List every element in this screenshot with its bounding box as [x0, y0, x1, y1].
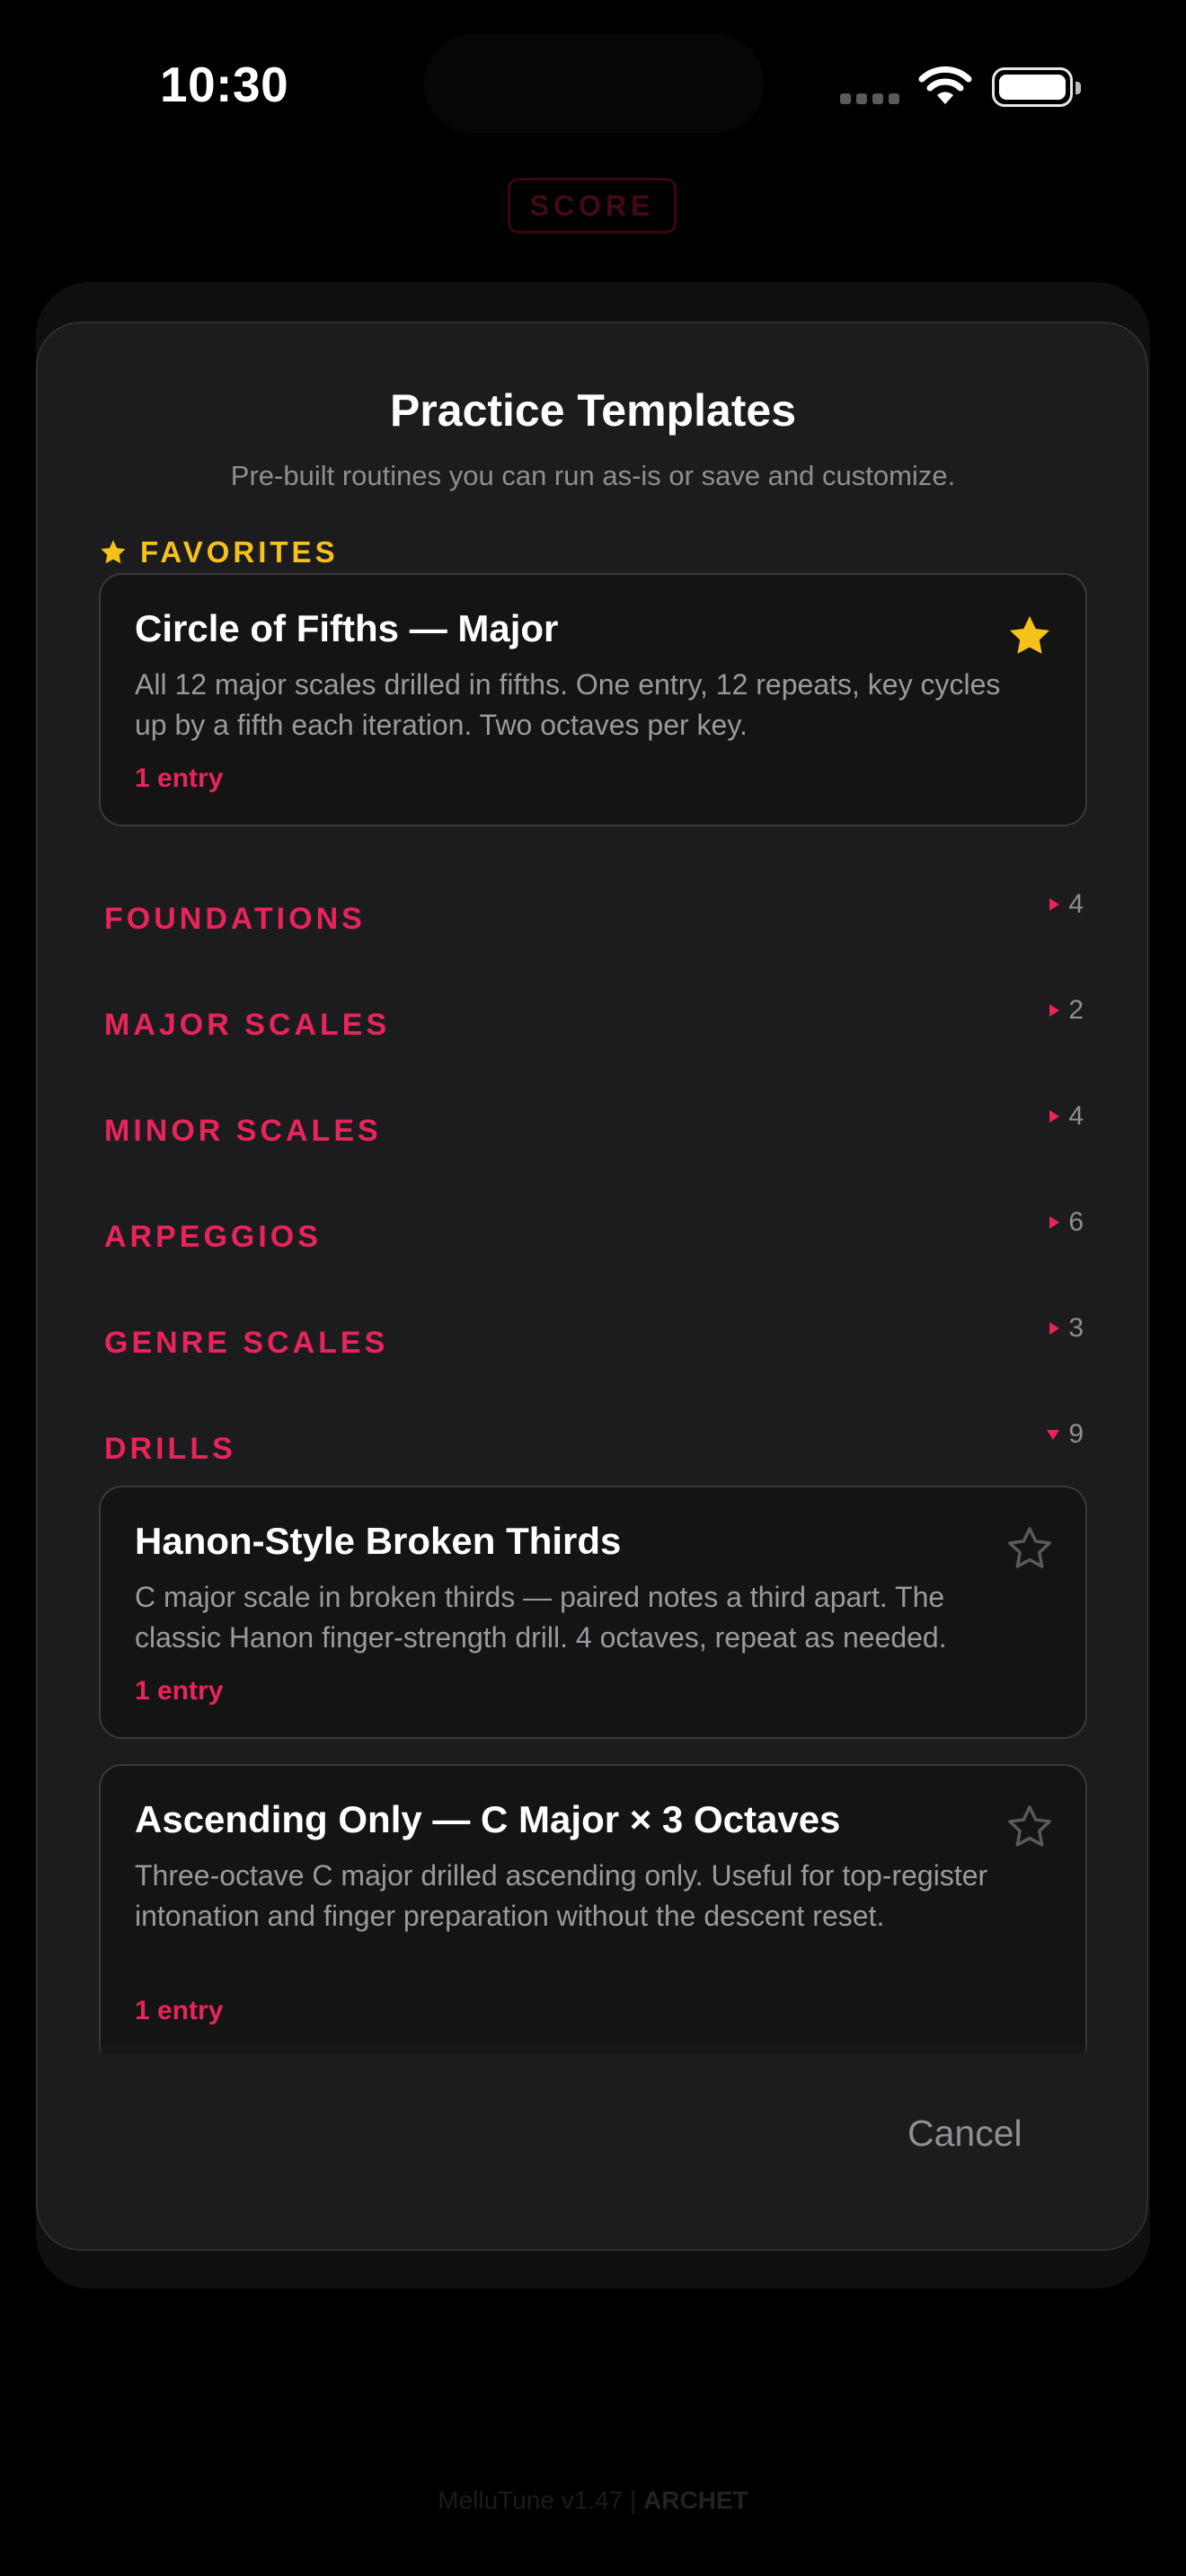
template-entry-count: 1 entry [135, 1996, 224, 2025]
disclosure-right-icon [1049, 1110, 1060, 1123]
template-entry-count: 1 entry [135, 1676, 224, 1706]
section-count: 4 [1068, 1101, 1084, 1131]
section-label: ARPEGGIOS [104, 1220, 322, 1254]
sheet-title: Practice Templates [389, 385, 797, 436]
section-count: 3 [1068, 1313, 1084, 1343]
template-card-favorite[interactable]: Circle of Fifths — Major All 12 major sc… [99, 573, 1087, 826]
section-genre-scales[interactable]: GENRE SCALES 3 [104, 1313, 1084, 1374]
dynamic-island [424, 34, 764, 133]
section-label: FOUNDATIONS [104, 902, 366, 936]
disclosure-right-icon [1049, 1004, 1060, 1017]
template-description: All 12 major scales drilled in fifths. O… [135, 668, 1001, 741]
disclosure-down-icon [1047, 1429, 1060, 1440]
section-count: 9 [1068, 1419, 1084, 1449]
section-count-wrap: 3 [1049, 1313, 1084, 1344]
background-score-label: SCORE [508, 178, 677, 234]
wifi-icon [918, 66, 972, 104]
cancel-button[interactable]: Cancel [907, 2113, 1022, 2155]
star-filled-icon[interactable] [1006, 613, 1053, 659]
section-label: MINOR SCALES [104, 1114, 382, 1148]
disclosure-right-icon [1049, 898, 1060, 911]
section-label: MAJOR SCALES [104, 1008, 391, 1042]
footer-brand: ARCHET [643, 2486, 748, 2514]
footer-app-version: MelluTune v1.47 | [438, 2486, 637, 2514]
section-label: DRILLS [104, 1432, 236, 1466]
disclosure-right-icon [1049, 1216, 1060, 1229]
star-outline-icon[interactable] [1006, 1804, 1053, 1850]
template-entry-count: 1 entry [135, 763, 224, 793]
template-card-drill[interactable]: Hanon-Style Broken Thirds C major scale … [99, 1486, 1087, 1739]
battery-icon [992, 67, 1081, 107]
status-time: 10:30 [160, 57, 289, 112]
section-count: 6 [1068, 1207, 1084, 1237]
section-foundations[interactable]: FOUNDATIONS 4 [104, 889, 1084, 950]
section-arpeggios[interactable]: ARPEGGIOS 6 [104, 1207, 1084, 1268]
favorites-label: FAVORITES [140, 535, 339, 569]
signal-icon [840, 93, 899, 104]
section-count-wrap: 4 [1049, 1101, 1084, 1132]
section-count: 4 [1068, 889, 1084, 919]
template-title: Circle of Fifths — Major [135, 607, 559, 649]
template-description: C major scale in broken thirds — paired … [135, 1581, 947, 1654]
template-title: Ascending Only — C Major × 3 Octaves [135, 1798, 841, 1840]
template-title: Hanon-Style Broken Thirds [135, 1520, 622, 1562]
template-card-drill[interactable]: Ascending Only — C Major × 3 Octaves Thr… [99, 1764, 1087, 2069]
section-count-wrap: 9 [1047, 1419, 1084, 1450]
section-count-wrap: 6 [1049, 1207, 1084, 1238]
background-footer: MelluTune v1.47 | ARCHET [0, 2486, 1186, 2515]
disclosure-right-icon [1049, 1322, 1060, 1335]
status-bar: 10:30 [0, 0, 1186, 180]
section-label: GENRE SCALES [104, 1326, 389, 1360]
section-minor-scales[interactable]: MINOR SCALES 4 [104, 1101, 1084, 1162]
section-count-wrap: 2 [1049, 995, 1084, 1026]
star-filled-icon [101, 540, 126, 564]
template-description: Three-octave C major drilled ascending o… [135, 1859, 988, 1932]
section-count: 2 [1068, 995, 1084, 1025]
section-drills[interactable]: DRILLS 9 [104, 1419, 1084, 1480]
section-major-scales[interactable]: MAJOR SCALES 2 [104, 995, 1084, 1056]
favorites-header: FAVORITES [99, 535, 339, 569]
section-count-wrap: 4 [1049, 889, 1084, 920]
star-outline-icon[interactable] [1006, 1525, 1053, 1572]
sheet-subtitle: Pre-built routines you can run as-is or … [230, 460, 956, 491]
